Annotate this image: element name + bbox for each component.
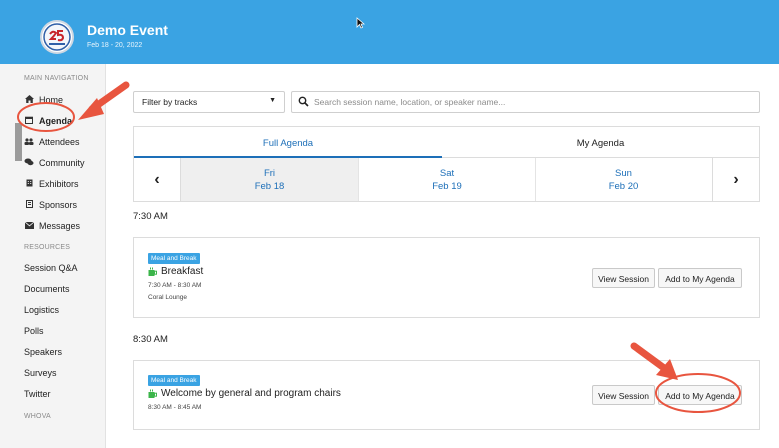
sidebar-item-messages[interactable]: Messages (24, 221, 80, 231)
track-filter-label: Filter by tracks (142, 97, 198, 107)
sidebar-item-label: Messages (39, 221, 81, 231)
tab-my-agenda[interactable]: My Agenda (442, 127, 759, 158)
caret-down-icon: ▼ (269, 97, 276, 104)
sidebar-item-surveys[interactable]: Surveys (24, 368, 57, 378)
event-dates: Feb 18 - 20, 2022 (87, 42, 143, 49)
event-header: Demo Event Feb 18 - 20, 2022 (0, 0, 779, 64)
previous-day-button[interactable]: ‹ (134, 158, 181, 201)
category-badge: Meal and Break (148, 253, 200, 264)
anniversary-25-logo-icon (43, 23, 71, 51)
sidebar-item-twitter[interactable]: Twitter (24, 389, 51, 399)
mouse-cursor-icon (356, 17, 365, 29)
day-weekday: Fri (263, 168, 276, 179)
building-icon (24, 179, 34, 189)
coffee-cup-icon (148, 389, 157, 399)
sidebar-item-label: Community (39, 158, 85, 168)
session-title-row[interactable]: Welcome by general and program chairs (148, 388, 341, 399)
coffee-cup-icon (148, 267, 157, 277)
session-card[interactable]: Meal and Break Breakfast 7:30 AM - 8:30 … (133, 237, 760, 318)
sidebar-item-label: Home (39, 95, 64, 105)
track-filter-select[interactable]: Filter by tracks ▼ (133, 91, 285, 113)
home-icon (24, 95, 34, 105)
envelope-icon (24, 221, 34, 231)
sidebar-item-attendees[interactable]: Attendees (24, 137, 80, 147)
session-search-input[interactable]: Search session name, location, or speake… (291, 91, 760, 113)
chevron-right-icon: › (733, 171, 739, 188)
sidebar-item-agenda[interactable]: Agenda (24, 116, 72, 126)
sidebar-item-documents[interactable]: Documents (24, 284, 70, 294)
view-session-button[interactable]: View Session (592, 385, 655, 405)
people-icon (24, 137, 34, 147)
whova-heading: WHOVA (24, 413, 51, 420)
view-session-button[interactable]: View Session (592, 268, 655, 288)
calendar-icon (24, 116, 34, 126)
sidebar-item-label: Sponsors (39, 200, 78, 210)
session-title: Welcome by general and program chairs (161, 388, 341, 399)
day-sun[interactable]: Sun Feb 20 (535, 158, 711, 201)
event-logo[interactable] (40, 20, 74, 54)
add-to-my-agenda-button[interactable]: Add to My Agenda (658, 268, 742, 288)
add-to-my-agenda-button[interactable]: Add to My Agenda (658, 385, 742, 405)
main-navigation-heading: MAIN NAVIGATION (24, 75, 89, 82)
sidebar-item-exhibitors[interactable]: Exhibitors (24, 179, 79, 189)
search-icon (298, 96, 309, 107)
day-fri[interactable]: Fri Feb 18 (181, 158, 358, 201)
session-location: Coral Lounge (148, 294, 188, 301)
sidebar-item-session-qa[interactable]: Session Q&A (24, 263, 78, 273)
day-selector: ‹ Fri Feb 18 Sat Feb 19 Sun Feb 20 › (134, 158, 759, 201)
day-weekday: Sun (615, 168, 632, 179)
sidebar-item-label: Exhibitors (39, 179, 79, 189)
day-sat[interactable]: Sat Feb 19 (358, 158, 535, 201)
search-placeholder: Search session name, location, or speake… (314, 97, 506, 107)
sidebar-item-speakers[interactable]: Speakers (24, 347, 62, 357)
event-title[interactable]: Demo Event (87, 22, 168, 38)
chat-icon (24, 158, 34, 168)
sidebar-item-logistics[interactable]: Logistics (24, 305, 59, 315)
time-heading: 8:30 AM (133, 334, 168, 345)
time-heading: 7:30 AM (133, 211, 168, 222)
day-date: Feb 19 (432, 181, 462, 192)
sidebar-item-sponsors[interactable]: Sponsors (24, 200, 77, 210)
sidebar-scrollbar[interactable] (15, 123, 22, 161)
sidebar-item-label: Attendees (39, 137, 80, 147)
next-day-button[interactable]: › (712, 158, 759, 201)
day-weekday: Sat (439, 168, 455, 179)
resources-heading: RESOURCES (24, 244, 71, 251)
sidebar-item-community[interactable]: Community (24, 158, 85, 168)
sponsor-icon (24, 200, 34, 210)
session-time: 8:30 AM - 8:45 AM (148, 404, 202, 411)
sidebar-item-label: Agenda (39, 116, 73, 126)
session-title: Breakfast (161, 266, 204, 277)
session-time: 7:30 AM - 8:30 AM (148, 282, 202, 289)
category-badge: Meal and Break (148, 375, 200, 386)
sidebar: MAIN NAVIGATION Home Agenda Attendees Co… (0, 64, 106, 448)
session-title-row[interactable]: Breakfast (148, 266, 203, 277)
tab-full-agenda[interactable]: Full Agenda (134, 127, 442, 158)
agenda-card: Full Agenda My Agenda ‹ Fri Feb 18 Sat F… (133, 126, 760, 202)
sidebar-item-home[interactable]: Home (24, 95, 63, 105)
sidebar-item-polls[interactable]: Polls (24, 326, 44, 336)
chevron-left-icon: ‹ (154, 171, 160, 188)
day-date: Feb 20 (608, 181, 639, 192)
day-date: Feb 18 (254, 181, 285, 192)
session-card[interactable]: Meal and Break Welcome by general and pr… (133, 360, 760, 430)
